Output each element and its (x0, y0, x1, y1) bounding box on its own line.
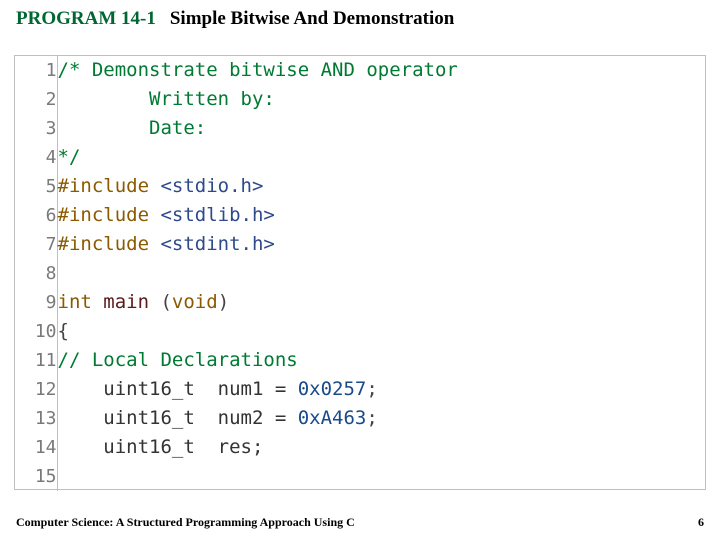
line-number: 13 (15, 404, 57, 433)
line-number: 14 (15, 433, 57, 462)
code-listing: 1/* Demonstrate bitwise AND operator2 Wr… (14, 55, 706, 490)
code-line: 15 (15, 462, 705, 491)
code-content: Written by: (57, 85, 705, 114)
code-content (57, 259, 705, 288)
code-content: int main (void) (57, 288, 705, 317)
page-number: 6 (698, 515, 704, 530)
code-content: #include <stdint.h> (57, 230, 705, 259)
code-line: 14 uint16_t res; (15, 433, 705, 462)
code-content: #include <stdlib.h> (57, 201, 705, 230)
code-content: Date: (57, 114, 705, 143)
code-line: 2 Written by: (15, 85, 705, 114)
code-content: */ (57, 143, 705, 172)
line-number: 3 (15, 114, 57, 143)
line-number: 1 (15, 56, 57, 85)
line-number: 11 (15, 346, 57, 375)
line-number: 8 (15, 259, 57, 288)
code-content (57, 462, 705, 491)
code-line: 12 uint16_t num1 = 0x0257; (15, 375, 705, 404)
line-number: 9 (15, 288, 57, 317)
code-content: uint16_t res; (57, 433, 705, 462)
line-number: 4 (15, 143, 57, 172)
slide-header: PROGRAM 14-1 Simple Bitwise And Demonstr… (16, 8, 704, 30)
slide-footer: Computer Science: A Structured Programmi… (16, 515, 704, 530)
code-line: 1/* Demonstrate bitwise AND operator (15, 56, 705, 85)
code-content: { (57, 317, 705, 346)
code-line: 4*/ (15, 143, 705, 172)
line-number: 5 (15, 172, 57, 201)
code-content: uint16_t num1 = 0x0257; (57, 375, 705, 404)
code-content: #include <stdio.h> (57, 172, 705, 201)
book-title: Computer Science: A Structured Programmi… (16, 515, 355, 530)
code-content: /* Demonstrate bitwise AND operator (57, 56, 705, 85)
code-line: 9int main (void) (15, 288, 705, 317)
code-content: uint16_t num2 = 0xA463; (57, 404, 705, 433)
slide: PROGRAM 14-1 Simple Bitwise And Demonstr… (0, 0, 720, 540)
code-line: 13 uint16_t num2 = 0xA463; (15, 404, 705, 433)
code-line: 11// Local Declarations (15, 346, 705, 375)
line-number: 2 (15, 85, 57, 114)
program-title: Simple Bitwise And Demonstration (170, 8, 455, 29)
code-line: 5#include <stdio.h> (15, 172, 705, 201)
line-number: 6 (15, 201, 57, 230)
code-table: 1/* Demonstrate bitwise AND operator2 Wr… (15, 56, 705, 491)
code-line: 7#include <stdint.h> (15, 230, 705, 259)
code-line: 3 Date: (15, 114, 705, 143)
code-line: 6#include <stdlib.h> (15, 201, 705, 230)
line-number: 12 (15, 375, 57, 404)
line-number: 10 (15, 317, 57, 346)
line-number: 7 (15, 230, 57, 259)
line-number: 15 (15, 462, 57, 491)
code-line: 10{ (15, 317, 705, 346)
code-line: 8 (15, 259, 705, 288)
code-content: // Local Declarations (57, 346, 705, 375)
program-number: PROGRAM 14-1 (16, 8, 156, 29)
